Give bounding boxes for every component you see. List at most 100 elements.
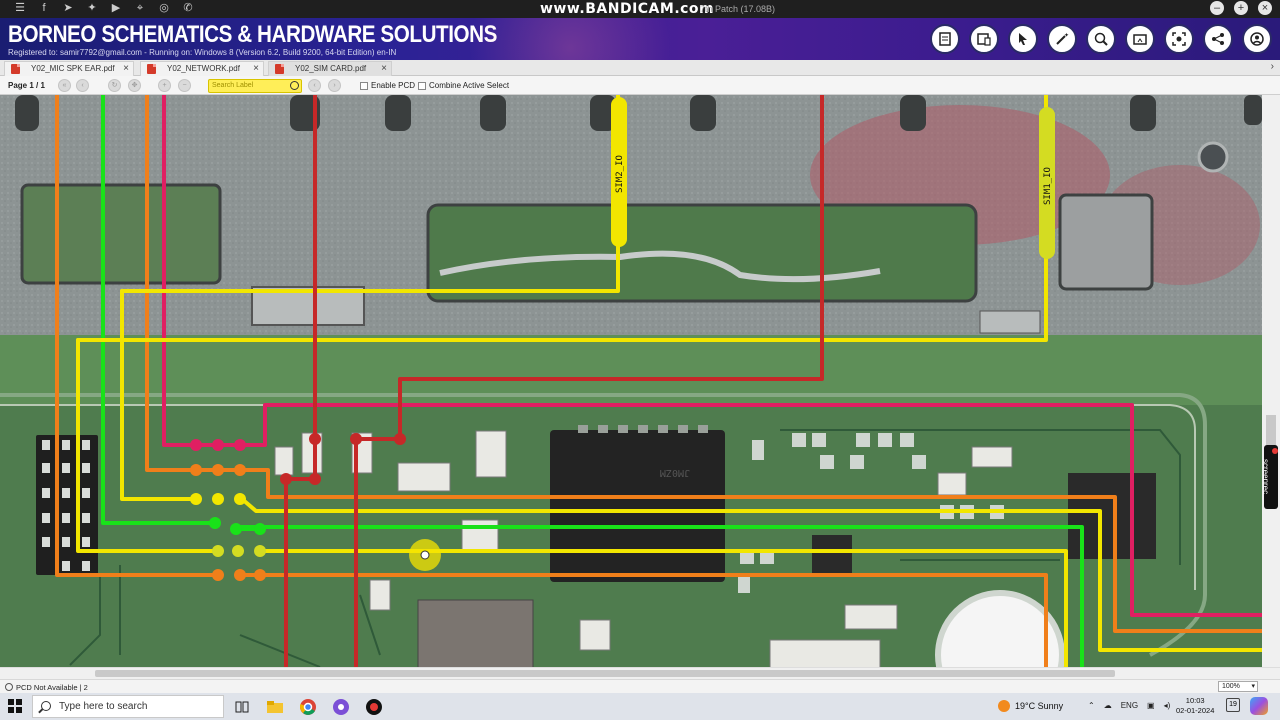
- pdf-toolbar: Page 1 / 1 « ‹ ↻ ✥ + − Search Label ‹ › …: [0, 76, 1280, 95]
- close-tab-icon[interactable]: ×: [123, 62, 129, 76]
- tab-network[interactable]: Y02_NETWORK.pdf ×: [140, 61, 264, 76]
- windows-start-icon[interactable]: [8, 699, 22, 713]
- combine-active-select-checkbox[interactable]: Combine Active Select: [418, 81, 509, 90]
- tab-label: Y02_MIC SPK EAR.pdf: [31, 64, 115, 73]
- pan-button[interactable]: ✥: [128, 79, 141, 92]
- magic-wand-icon: ✦: [1056, 32, 1069, 45]
- zoom-in-button[interactable]: +: [158, 79, 171, 92]
- account-icon: [1250, 32, 1264, 46]
- status-bar: PCD Not Available | 2 100%: [0, 679, 1280, 693]
- youtube-icon[interactable]: ▶: [110, 2, 122, 14]
- zoom-button[interactable]: [1086, 24, 1116, 54]
- tablet-button[interactable]: [969, 24, 999, 54]
- tab-label: Y02_NETWORK.pdf: [167, 64, 240, 73]
- close-button[interactable]: ×: [1258, 1, 1272, 15]
- svg-text:✦: ✦: [1064, 32, 1069, 39]
- telegram-icon[interactable]: ➤: [62, 2, 74, 14]
- tab-sim-card[interactable]: Y02_SIM CARD.pdf ×: [268, 61, 392, 76]
- sun-icon: [998, 700, 1010, 712]
- twitter-icon[interactable]: ✦: [86, 2, 98, 14]
- taskbar-search-input[interactable]: Type here to search: [32, 695, 224, 718]
- board-viewer[interactable]: JM0ZM SIM2_IO SIM1_IO: [0, 95, 1262, 667]
- first-page-button[interactable]: «: [58, 79, 71, 92]
- chrome-icon[interactable]: [298, 697, 317, 716]
- quick-links: ☰ f ➤ ✦ ▶ ⌖ ◎ ✆: [14, 2, 194, 14]
- pointer-icon: [1019, 33, 1027, 45]
- vertical-scrollbar[interactable]: screenrec: [1261, 95, 1280, 667]
- document-tabs: Y02_MIC SPK EAR.pdf × Y02_NETWORK.pdf × …: [0, 60, 1280, 76]
- app-title: BORNEO SCHEMATICS & HARDWARE SOLUTIONS: [8, 21, 497, 48]
- enable-pcd-checkbox[interactable]: Enable PCD: [360, 81, 415, 90]
- tabs-scroll-right-icon[interactable]: ›: [1271, 61, 1274, 72]
- chip-marking: JM0ZM: [660, 467, 690, 478]
- document-icon: [939, 32, 951, 46]
- tab-label: Y02_SIM CARD.pdf: [295, 64, 367, 73]
- sim2-io-label: SIM2_IO: [615, 155, 625, 193]
- tab-mic-spk-ear[interactable]: Y02_MIC SPK EAR.pdf ×: [4, 61, 134, 76]
- pdf-icon: [275, 64, 284, 74]
- capture-icon: [1172, 32, 1186, 46]
- close-tab-icon[interactable]: ×: [381, 62, 387, 76]
- pcb-image: JM0ZM SIM2_IO SIM1_IO: [0, 95, 1262, 667]
- vertical-scroll-thumb[interactable]: [1266, 415, 1276, 445]
- pdf-icon: [147, 64, 156, 74]
- document-button[interactable]: [930, 24, 960, 54]
- volume-icon[interactable]: ◂): [1164, 701, 1171, 710]
- folder-icon: [1133, 34, 1147, 45]
- web-icon[interactable]: ◎: [158, 2, 170, 14]
- record-icon[interactable]: [364, 697, 383, 716]
- page-indicator: Page 1 / 1: [8, 81, 45, 90]
- zoom-icon: [1094, 32, 1108, 46]
- search-next-button[interactable]: ›: [328, 79, 341, 92]
- network-icon[interactable]: ▣: [1147, 701, 1155, 710]
- chevron-up-icon[interactable]: ⌃: [1088, 701, 1095, 710]
- search-icon[interactable]: [290, 81, 299, 90]
- title-strip: ☰ f ➤ ✦ ▶ ⌖ ◎ ✆ www.BANDICAM.com 7th Pat…: [0, 0, 1280, 18]
- notifications-icon[interactable]: 19: [1226, 698, 1240, 712]
- map-icon[interactable]: ⌖: [134, 2, 146, 14]
- copilot-icon[interactable]: [1250, 697, 1268, 715]
- magic-wand-button[interactable]: ✦: [1047, 24, 1077, 54]
- registration-info: Registered to: samir7792@gmail.com - Run…: [8, 48, 397, 57]
- menu-icon[interactable]: ☰: [14, 2, 26, 14]
- app-banner: BORNEO SCHEMATICS & HARDWARE SOLUTIONS R…: [0, 18, 1280, 60]
- app-icon[interactable]: [331, 697, 350, 716]
- tablet-icon: [977, 33, 991, 46]
- horizontal-scrollbar[interactable]: [0, 667, 1280, 679]
- rotate-button[interactable]: ↻: [108, 79, 121, 92]
- minimize-button[interactable]: –: [1210, 1, 1224, 15]
- windows-taskbar: Type here to search 19°C Sunny ⌃ ☁ ENG ▣…: [0, 693, 1280, 720]
- zoom-out-button[interactable]: −: [178, 79, 191, 92]
- cloud-icon[interactable]: ☁: [1104, 701, 1112, 710]
- label-search-input[interactable]: Search Label: [208, 79, 302, 93]
- recording-watermark: www.BANDICAM.com: [540, 1, 715, 17]
- task-view-icon[interactable]: [232, 697, 251, 716]
- weather-widget[interactable]: 19°C Sunny: [998, 700, 1063, 712]
- sim1-io-label: SIM1_IO: [1043, 167, 1053, 205]
- prev-page-button[interactable]: ‹: [76, 79, 89, 92]
- system-tray: ⌃ ☁ ENG ▣ ◂): [1088, 701, 1170, 710]
- whatsapp-icon[interactable]: ✆: [182, 2, 194, 14]
- folder-button[interactable]: [1125, 24, 1155, 54]
- facebook-icon[interactable]: f: [38, 2, 50, 14]
- capture-button[interactable]: [1164, 24, 1194, 54]
- screenrec-widget[interactable]: screenrec: [1261, 445, 1278, 509]
- account-button[interactable]: [1242, 24, 1272, 54]
- status-icon: [5, 683, 13, 691]
- maximize-button[interactable]: +: [1234, 1, 1248, 15]
- pdf-icon: [11, 64, 20, 74]
- clock[interactable]: 10:03 02-01-2024: [1176, 696, 1214, 716]
- share-icon: [1212, 33, 1224, 45]
- pointer-button[interactable]: [1008, 24, 1038, 54]
- zoom-select[interactable]: 100%: [1218, 681, 1258, 692]
- close-tab-icon[interactable]: ×: [253, 62, 259, 76]
- patch-version: 7th Patch (17.08B): [700, 4, 776, 14]
- status-text: PCD Not Available | 2: [16, 683, 88, 692]
- file-explorer-icon[interactable]: [265, 697, 284, 716]
- banner-toolbar: ✦: [930, 24, 1272, 54]
- search-prev-button[interactable]: ‹: [308, 79, 321, 92]
- share-button[interactable]: [1203, 24, 1233, 54]
- horizontal-scroll-thumb[interactable]: [95, 670, 1115, 677]
- search-icon: [41, 701, 51, 711]
- language-indicator[interactable]: ENG: [1121, 701, 1138, 710]
